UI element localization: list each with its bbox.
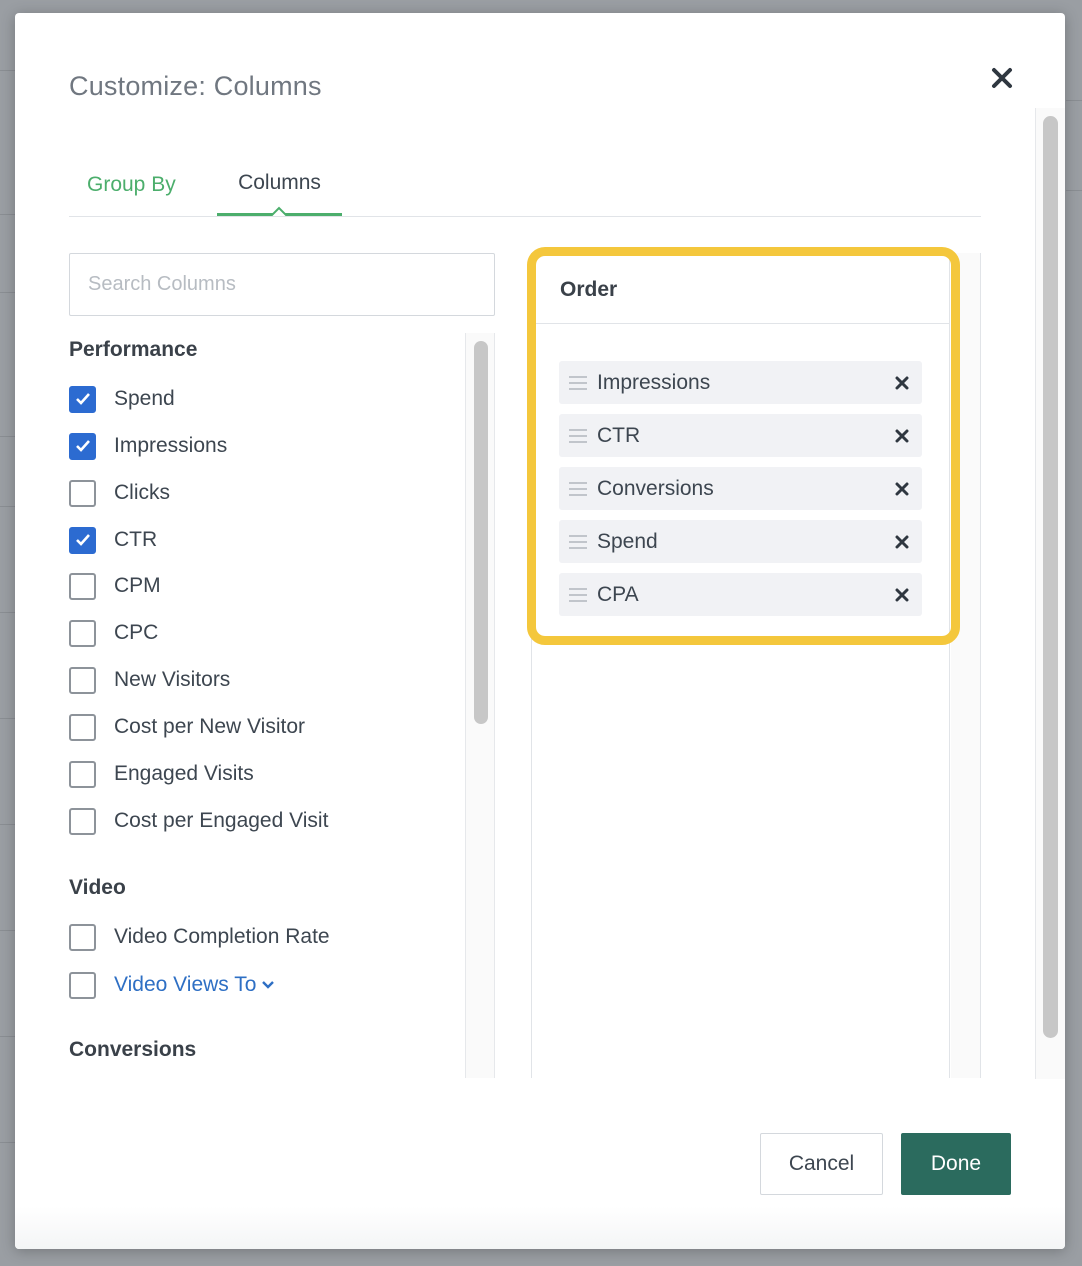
modal-scrollbar[interactable] xyxy=(1035,108,1065,1080)
customize-columns-modal: Customize: Columns Group By Columns Perf… xyxy=(15,13,1065,1249)
checkbox-checked[interactable] xyxy=(69,432,96,460)
drag-handle-icon[interactable] xyxy=(569,428,587,443)
checkbox-label: CPC xyxy=(114,621,159,644)
scrollbar-thumb[interactable] xyxy=(474,341,488,724)
chevron-down-icon xyxy=(262,981,275,990)
checkbox-label: Engaged Visits xyxy=(114,762,254,785)
tab-group-by[interactable]: Group By xyxy=(69,153,199,217)
checkmark-icon xyxy=(75,534,90,546)
order-item-label: Conversions xyxy=(597,476,714,500)
checkbox-label: Clicks xyxy=(114,481,170,504)
tab-columns[interactable]: Columns xyxy=(217,153,342,216)
order-panel-scrollbar[interactable] xyxy=(951,253,981,1078)
checkmark-icon xyxy=(75,393,90,405)
checkbox-label: Cost per New Visitor xyxy=(114,715,306,738)
modal-title: Customize: Columns xyxy=(69,71,322,101)
remove-icon xyxy=(895,482,909,495)
checkbox-checked[interactable] xyxy=(69,526,96,554)
checkbox-row-cpm[interactable]: CPM xyxy=(69,570,161,602)
order-item[interactable]: Spend xyxy=(559,520,922,563)
checkbox-label: CTR xyxy=(114,528,158,551)
drag-handle-icon[interactable] xyxy=(569,534,587,549)
cancel-button[interactable]: Cancel xyxy=(760,1133,883,1195)
order-item[interactable]: CTR xyxy=(559,414,922,457)
group-header-performance: Performance xyxy=(69,338,198,361)
close-button[interactable] xyxy=(987,63,1017,93)
checkbox-row-cost-per-engaged-visit[interactable]: Cost per Engaged Visit xyxy=(69,805,328,837)
checkbox-label: Video Views To xyxy=(114,973,257,996)
order-item[interactable]: Conversions xyxy=(559,467,922,510)
checkbox-row-ctr[interactable]: CTR xyxy=(69,524,157,556)
order-panel-title: Order xyxy=(536,256,949,324)
checkbox-label: Impressions xyxy=(114,434,228,457)
checkbox-unchecked[interactable] xyxy=(69,479,96,507)
checkbox-row-video-views-to[interactable]: Video Views To xyxy=(69,969,275,1001)
checkmark-icon xyxy=(75,440,90,452)
checkbox-unchecked[interactable] xyxy=(69,971,96,999)
order-item-label: CTR xyxy=(597,423,641,447)
checkbox-row-clicks[interactable]: Clicks xyxy=(69,477,170,509)
active-tab-caret-icon xyxy=(271,206,287,216)
checkbox-row-engaged-visits[interactable]: Engaged Visits xyxy=(69,758,254,790)
checkbox-unchecked[interactable] xyxy=(69,572,96,600)
checkbox-checked[interactable] xyxy=(69,385,96,413)
checkbox-label: Video Completion Rate xyxy=(114,925,330,948)
remove-icon xyxy=(895,535,909,548)
drag-handle-icon[interactable] xyxy=(569,375,587,390)
group-header-video: Video xyxy=(69,876,126,899)
checkbox-unchecked[interactable] xyxy=(69,760,96,788)
checkbox-row-video-completion-rate[interactable]: Video Completion Rate xyxy=(69,921,330,953)
remove-icon xyxy=(895,376,909,389)
remove-column-button[interactable] xyxy=(882,416,922,456)
remove-icon xyxy=(895,588,909,601)
order-item[interactable]: Impressions xyxy=(559,361,922,404)
checkbox-row-cpc[interactable]: CPC xyxy=(69,617,158,649)
checkbox-unchecked[interactable] xyxy=(69,923,96,951)
remove-column-button[interactable] xyxy=(882,522,922,562)
order-item-label: CPA xyxy=(597,582,639,606)
order-item-label: Spend xyxy=(597,529,658,553)
remove-column-button[interactable] xyxy=(882,469,922,509)
order-item[interactable]: CPA xyxy=(559,573,922,616)
tab-columns-label: Columns xyxy=(238,171,321,194)
order-item-label: Impressions xyxy=(597,370,711,394)
checkbox-unchecked[interactable] xyxy=(69,619,96,647)
group-header-conversions: Conversions xyxy=(69,1038,197,1061)
checkbox-label: CPM xyxy=(114,574,161,597)
checkbox-label: Spend xyxy=(114,387,175,410)
checkbox-unchecked[interactable] xyxy=(69,713,96,741)
checkbox-row-cost-per-new-visitor[interactable]: Cost per New Visitor xyxy=(69,711,305,743)
scrollbar-thumb[interactable] xyxy=(1043,116,1058,1038)
remove-column-button[interactable] xyxy=(882,363,922,403)
search-columns-input[interactable] xyxy=(69,253,495,316)
checkbox-label: New Visitors xyxy=(114,668,231,691)
done-button[interactable]: Done xyxy=(901,1133,1011,1195)
close-icon xyxy=(992,68,1012,88)
column-checklist: Performance Spend Impressions Clicks CTR… xyxy=(69,333,464,1078)
checkbox-unchecked[interactable] xyxy=(69,807,96,835)
checkbox-row-impressions[interactable]: Impressions xyxy=(69,430,227,462)
drag-handle-icon[interactable] xyxy=(569,587,587,602)
remove-icon xyxy=(895,429,909,442)
checkbox-row-spend[interactable]: Spend xyxy=(69,383,175,415)
drag-handle-icon[interactable] xyxy=(569,481,587,496)
tab-bar: Group By Columns xyxy=(69,153,981,217)
checkbox-row-new-visitors[interactable]: New Visitors xyxy=(69,664,230,696)
checkbox-unchecked[interactable] xyxy=(69,666,96,694)
checkbox-label: Cost per Engaged Visit xyxy=(114,809,329,832)
column-list-scrollbar[interactable] xyxy=(465,333,495,1078)
video-views-to-dropdown[interactable]: Video Views To xyxy=(114,973,275,997)
remove-column-button[interactable] xyxy=(882,575,922,615)
